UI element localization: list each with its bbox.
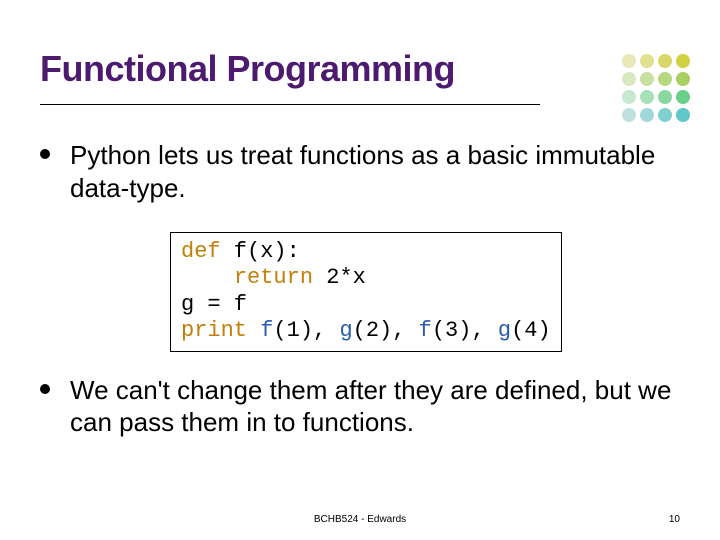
page-number: 10 <box>669 514 680 525</box>
bullet-icon <box>40 149 50 159</box>
bullet-item: Python lets us treat functions as a basi… <box>40 139 680 204</box>
code-text: (3), <box>432 318 498 343</box>
bullet-icon <box>40 384 50 394</box>
code-text: (2), <box>353 318 419 343</box>
slide-title: Functional Programming <box>40 48 680 100</box>
footer-text: BCHB524 - Edwards <box>314 514 406 525</box>
code-text: (4) <box>511 318 551 343</box>
slide: Functional Programming Python lets us tr… <box>0 0 720 540</box>
code-keyword: return <box>234 265 313 290</box>
code-fn: g <box>339 318 352 343</box>
bullet-text: We can't change them after they are defi… <box>70 374 680 439</box>
code-block: def f(x): return 2*x g = f print f(1), g… <box>170 232 562 352</box>
code-text <box>181 265 234 290</box>
code-text: g = f <box>181 292 247 317</box>
slide-body: Python lets us treat functions as a basi… <box>40 139 680 439</box>
code-text: f(x): <box>221 239 300 264</box>
code-text: 2*x <box>313 265 366 290</box>
code-fn: g <box>498 318 511 343</box>
code-text: (1), <box>273 318 339 343</box>
code-text <box>247 318 260 343</box>
code-fn: f <box>260 318 273 343</box>
bullet-item: We can't change them after they are defi… <box>40 374 680 439</box>
code-keyword: def <box>181 239 221 264</box>
code-keyword: print <box>181 318 247 343</box>
code-fn: f <box>419 318 432 343</box>
title-underline <box>40 104 540 105</box>
title-block: Functional Programming <box>40 48 680 105</box>
bullet-text: Python lets us treat functions as a basi… <box>70 139 680 204</box>
